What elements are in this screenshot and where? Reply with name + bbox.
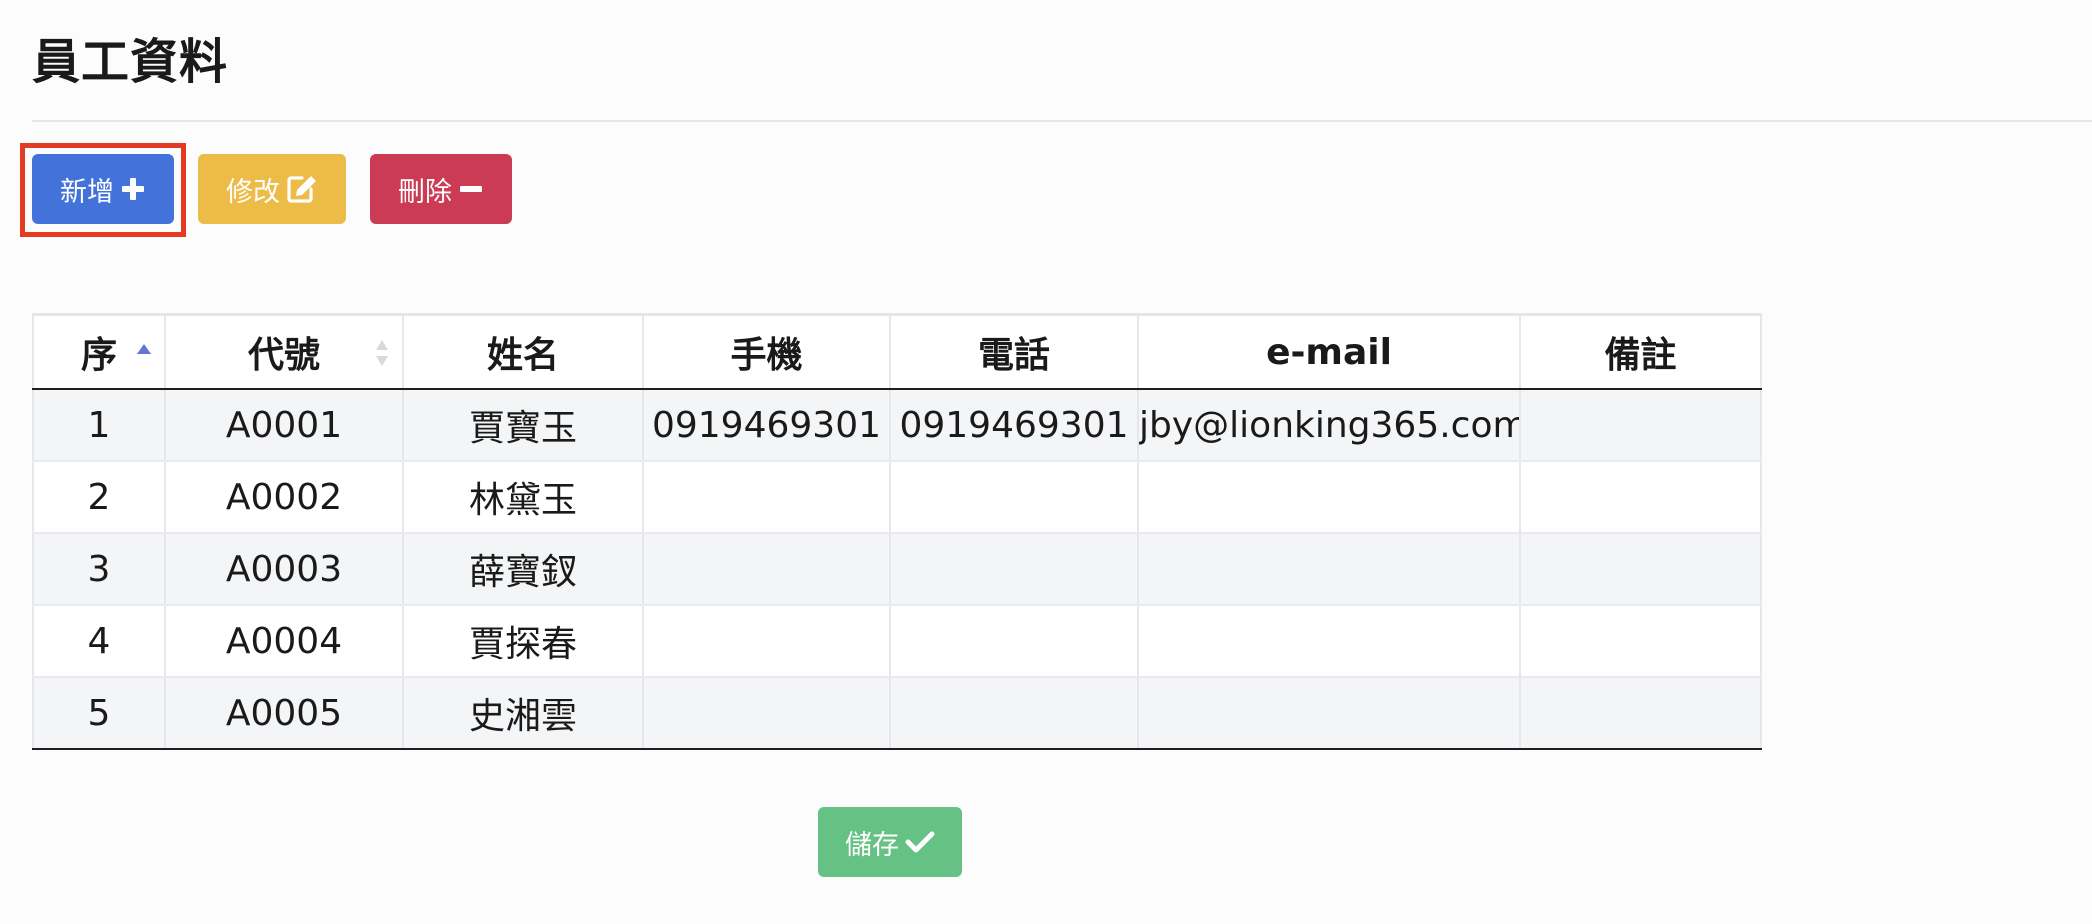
edit-button[interactable]: 修改: [198, 154, 346, 224]
column-header-email: e-mail: [1137, 313, 1520, 390]
plus-icon: [122, 178, 144, 200]
save-button[interactable]: 儲存: [818, 807, 962, 877]
edit-button-label: 修改: [226, 176, 280, 208]
column-header-label: 手機: [730, 335, 803, 376]
table-row[interactable]: 1 A0001 賈寶玉 0919469301 0919469301 jby@li…: [32, 389, 1762, 462]
cell-name[interactable]: 史湘雲: [402, 677, 643, 750]
cell-code[interactable]: A0003: [164, 533, 403, 606]
column-header-code[interactable]: 代號: [164, 313, 403, 390]
sort-both-icon: [376, 340, 388, 366]
cell-email[interactable]: [1137, 461, 1520, 534]
table-row[interactable]: 5 A0005 史湘雲: [32, 677, 1762, 750]
cell-email[interactable]: [1137, 677, 1520, 750]
cell-code[interactable]: A0004: [164, 605, 403, 678]
column-header-label: 姓名: [486, 335, 559, 376]
cell-note[interactable]: [1519, 389, 1762, 462]
page-title: 員工資料: [32, 34, 229, 90]
cell-mobile[interactable]: [642, 533, 890, 606]
column-header-name: 姓名: [402, 313, 643, 390]
cell-note[interactable]: [1519, 677, 1762, 750]
cell-note[interactable]: [1519, 605, 1762, 678]
save-button-label: 儲存: [845, 829, 899, 861]
check-icon: [905, 831, 935, 853]
cell-seq[interactable]: 1: [32, 389, 165, 462]
table-row[interactable]: 4 A0004 賈探春: [32, 605, 1762, 678]
column-header-label: 備註: [1604, 335, 1677, 376]
cell-seq[interactable]: 4: [32, 605, 165, 678]
cell-code[interactable]: A0001: [164, 389, 403, 462]
table-row[interactable]: 2 A0002 林黛玉: [32, 461, 1762, 534]
delete-button[interactable]: 刪除: [370, 154, 512, 224]
add-button[interactable]: 新增: [32, 154, 174, 224]
cell-name[interactable]: 賈探春: [402, 605, 643, 678]
cell-note[interactable]: [1519, 461, 1762, 534]
cell-mobile[interactable]: [642, 605, 890, 678]
cell-code[interactable]: A0005: [164, 677, 403, 750]
cell-mobile[interactable]: 0919469301: [642, 389, 890, 462]
cell-name[interactable]: 林黛玉: [402, 461, 643, 534]
employee-table: 序 代號 姓名 手機 電話 e-mail 備註 1 A0001 賈寶玉 0919…: [32, 313, 1762, 750]
column-header-label: 代號: [247, 335, 320, 376]
table-row[interactable]: 3 A0003 薛寶釵: [32, 533, 1762, 606]
column-header-phone: 電話: [889, 313, 1138, 390]
sort-ascending-icon: [137, 344, 151, 354]
cell-mobile[interactable]: [642, 677, 890, 750]
cell-email[interactable]: [1137, 605, 1520, 678]
column-header-label: 電話: [977, 335, 1050, 376]
cell-seq[interactable]: 3: [32, 533, 165, 606]
cell-seq[interactable]: 5: [32, 677, 165, 750]
cell-phone[interactable]: [889, 461, 1138, 534]
column-header-label: 序: [80, 335, 117, 376]
table-header-row: 序 代號 姓名 手機 電話 e-mail 備註: [32, 313, 1762, 390]
cell-seq[interactable]: 2: [32, 461, 165, 534]
delete-button-label: 刪除: [398, 176, 452, 208]
cell-name[interactable]: 賈寶玉: [402, 389, 643, 462]
cell-phone[interactable]: [889, 605, 1138, 678]
column-header-seq[interactable]: 序: [32, 313, 165, 390]
cell-phone[interactable]: 0919469301: [889, 389, 1138, 462]
cell-email[interactable]: jby@lionking365.com: [1137, 389, 1520, 462]
column-header-label: e-mail: [1266, 331, 1392, 373]
column-header-mobile: 手機: [642, 313, 890, 390]
title-divider: [32, 120, 2092, 122]
column-header-note: 備註: [1519, 313, 1762, 390]
cell-name[interactable]: 薛寶釵: [402, 533, 643, 606]
cell-email[interactable]: [1137, 533, 1520, 606]
cell-note[interactable]: [1519, 533, 1762, 606]
cell-phone[interactable]: [889, 533, 1138, 606]
add-button-label: 新增: [60, 176, 114, 208]
edit-icon: [287, 176, 316, 203]
cell-mobile[interactable]: [642, 461, 890, 534]
minus-icon: [460, 186, 482, 192]
cell-code[interactable]: A0002: [164, 461, 403, 534]
cell-phone[interactable]: [889, 677, 1138, 750]
